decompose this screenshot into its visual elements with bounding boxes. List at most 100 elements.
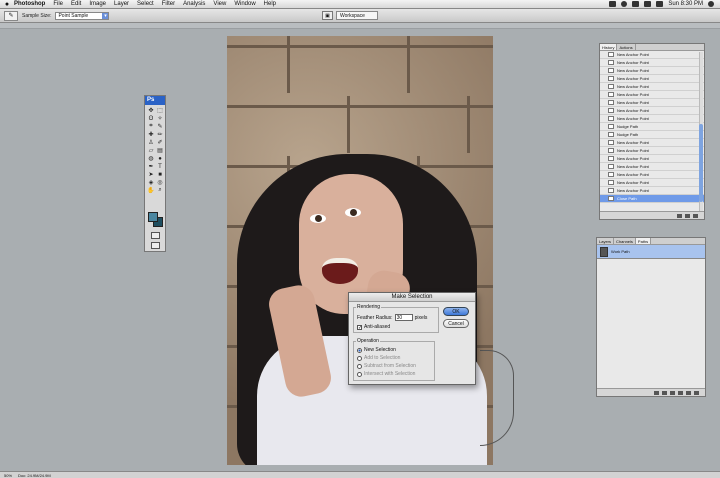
eyedropper-tool-preset-icon[interactable]: ✎ bbox=[4, 10, 18, 21]
menu-layer[interactable]: Layer bbox=[114, 1, 129, 7]
path-select-tool-icon[interactable]: ➤ bbox=[147, 171, 155, 178]
load-selection-icon[interactable] bbox=[670, 390, 675, 395]
history-state-icon bbox=[608, 196, 614, 201]
new-path-icon[interactable] bbox=[686, 390, 691, 395]
zoom-level[interactable]: 50% bbox=[4, 473, 12, 478]
history-item[interactable]: New Anchor Point bbox=[600, 91, 704, 99]
history-item[interactable]: New Anchor Point bbox=[600, 107, 704, 115]
operation-subtract-row: Subtract from Selection bbox=[357, 363, 416, 369]
gradient-tool-icon[interactable]: ▤ bbox=[156, 147, 164, 154]
apple-icon[interactable]: ● bbox=[0, 1, 14, 8]
dodge-tool-icon[interactable]: ● bbox=[156, 155, 164, 162]
feather-radius-input[interactable]: 30 bbox=[394, 314, 413, 321]
healing-brush-tool-icon[interactable]: ✚ bbox=[147, 131, 155, 138]
subtract-selection-radio[interactable] bbox=[357, 363, 362, 369]
antialiased-checkbox[interactable]: ✓ bbox=[357, 324, 362, 330]
tab-paths[interactable]: Paths bbox=[635, 238, 652, 244]
battery-icon[interactable] bbox=[656, 1, 664, 7]
history-item[interactable]: New Anchor Point bbox=[600, 75, 704, 83]
intersect-selection-radio[interactable] bbox=[357, 371, 362, 377]
history-brush-tool-icon[interactable]: ✐ bbox=[156, 139, 164, 146]
tab-history[interactable]: History bbox=[600, 44, 618, 50]
tab-layers[interactable]: Layers bbox=[597, 238, 615, 244]
bridge-icon[interactable]: ▣ bbox=[322, 11, 333, 20]
volume-icon[interactable] bbox=[644, 1, 652, 7]
crop-tool-icon[interactable]: ⌗ bbox=[147, 123, 155, 130]
quick-mask-icon[interactable] bbox=[151, 232, 160, 239]
shape-tool-icon[interactable]: ■ bbox=[156, 171, 164, 178]
fill-path-icon[interactable] bbox=[654, 390, 659, 395]
menu-file[interactable]: File bbox=[53, 1, 63, 7]
menu-help[interactable]: Help bbox=[264, 1, 276, 7]
add-selection-radio[interactable] bbox=[357, 355, 362, 361]
bluetooth-icon[interactable] bbox=[609, 1, 617, 7]
document-canvas[interactable] bbox=[227, 36, 493, 465]
history-item[interactable]: New Anchor Point bbox=[600, 99, 704, 107]
zoom-tool-icon[interactable]: ⌕ bbox=[156, 187, 164, 194]
marquee-tool-icon[interactable]: ⬚ bbox=[156, 107, 164, 114]
history-item[interactable]: Nudge Path bbox=[600, 123, 704, 131]
type-tool-icon[interactable]: T bbox=[156, 163, 164, 170]
pen-tool-icon[interactable]: ✒ bbox=[147, 163, 155, 170]
history-item[interactable]: Nudge Path bbox=[600, 131, 704, 139]
history-item[interactable]: New Anchor Point bbox=[600, 83, 704, 91]
eraser-tool-icon[interactable]: ▱ bbox=[147, 147, 155, 154]
foreground-color-swatch[interactable] bbox=[148, 212, 158, 222]
clone-stamp-tool-icon[interactable]: ♙ bbox=[147, 139, 155, 146]
history-item[interactable]: New Anchor Point bbox=[600, 155, 704, 163]
timemachine-icon[interactable] bbox=[621, 1, 628, 7]
quick-select-tool-icon[interactable]: ✧ bbox=[156, 115, 164, 122]
history-item[interactable]: New Anchor Point bbox=[600, 67, 704, 75]
antialiased-row: ✓ Anti-aliased bbox=[357, 324, 390, 330]
lasso-tool-icon[interactable]: ʘ bbox=[147, 115, 155, 122]
path-row[interactable]: Work Path bbox=[597, 245, 705, 259]
make-work-path-icon[interactable] bbox=[678, 390, 683, 395]
trash-icon[interactable] bbox=[694, 390, 699, 395]
menu-edit[interactable]: Edit bbox=[71, 1, 81, 7]
ok-button[interactable]: OK bbox=[443, 307, 469, 316]
menu-analysis[interactable]: Analysis bbox=[183, 1, 205, 7]
history-state-icon bbox=[608, 108, 614, 113]
history-item[interactable]: New Anchor Point bbox=[600, 59, 704, 67]
wifi-icon[interactable] bbox=[632, 1, 640, 7]
history-item[interactable]: New Anchor Point bbox=[600, 171, 704, 179]
stroke-path-icon[interactable] bbox=[662, 390, 667, 395]
doc-info[interactable]: Doc: 24.9M/24.9M bbox=[18, 473, 51, 478]
history-item[interactable]: New Anchor Point bbox=[600, 51, 704, 59]
trash-icon[interactable] bbox=[693, 213, 698, 218]
hand-tool-icon[interactable]: ✋ bbox=[147, 187, 155, 194]
sample-size-select[interactable]: Point Sample ▾ bbox=[55, 11, 110, 20]
tab-actions[interactable]: Actions bbox=[617, 44, 636, 50]
menu-image[interactable]: Image bbox=[89, 1, 106, 7]
history-item[interactable]: New Anchor Point bbox=[600, 147, 704, 155]
workspace-select[interactable]: Workspace bbox=[336, 11, 378, 20]
spotlight-icon[interactable] bbox=[708, 1, 714, 7]
cancel-button[interactable]: Cancel bbox=[443, 319, 469, 328]
blur-tool-icon[interactable]: ◍ bbox=[147, 155, 155, 162]
tab-channels[interactable]: Channels bbox=[614, 238, 636, 244]
menu-clock[interactable]: Sun 8:30 PM bbox=[668, 1, 703, 7]
menu-view[interactable]: View bbox=[213, 1, 226, 7]
tools-panel-header[interactable]: Ps bbox=[145, 96, 165, 105]
new-snapshot-icon[interactable] bbox=[685, 213, 690, 218]
3d-orbit-tool-icon[interactable]: ◎ bbox=[156, 179, 164, 186]
move-tool-icon[interactable]: ✥ bbox=[147, 107, 155, 114]
3d-rotate-tool-icon[interactable]: ◈ bbox=[147, 179, 155, 186]
history-item[interactable]: New Anchor Point bbox=[600, 139, 704, 147]
menu-window[interactable]: Window bbox=[234, 1, 255, 7]
history-item[interactable]: New Anchor Point bbox=[600, 163, 704, 171]
history-item[interactable]: New Anchor Point bbox=[600, 115, 704, 123]
history-item[interactable]: Close Path bbox=[600, 195, 704, 203]
app-menu[interactable]: Photoshop bbox=[14, 1, 45, 7]
screen-mode-icon[interactable] bbox=[151, 242, 160, 249]
new-selection-radio[interactable] bbox=[357, 347, 362, 353]
history-scroll-thumb[interactable] bbox=[699, 124, 703, 202]
eyedropper-tool-icon[interactable]: ✎ bbox=[156, 123, 164, 130]
history-item[interactable]: New Anchor Point bbox=[600, 187, 704, 195]
new-document-icon[interactable] bbox=[677, 213, 682, 218]
feather-label: Feather Radius: bbox=[357, 314, 393, 321]
brush-tool-icon[interactable]: ✏ bbox=[156, 131, 164, 138]
menu-select[interactable]: Select bbox=[137, 1, 154, 7]
history-item[interactable]: New Anchor Point bbox=[600, 179, 704, 187]
menu-filter[interactable]: Filter bbox=[162, 1, 175, 7]
